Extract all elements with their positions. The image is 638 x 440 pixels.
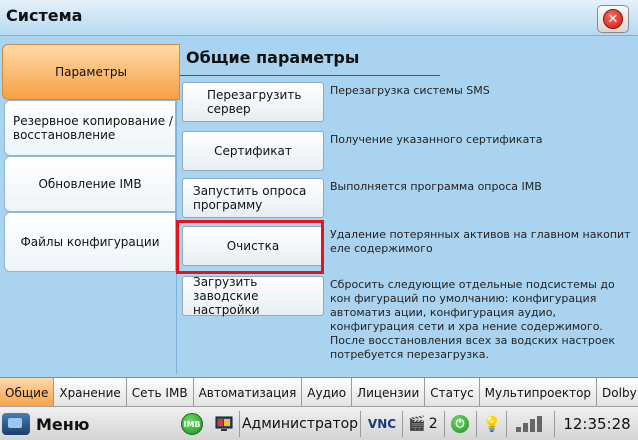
tab-status[interactable]: Статус [425, 378, 480, 407]
monitor-icon [2, 413, 30, 435]
imb-icon: IMB [181, 413, 203, 435]
separator [554, 411, 555, 437]
power-icon: ⏻ [451, 415, 469, 433]
tab-storage[interactable]: Хранение [54, 378, 127, 407]
status-bar: Меню IMB Администратор VNC 🎬 2 ⏻ 💡 12:35… [0, 406, 638, 440]
close-button[interactable]: ✕ [597, 5, 629, 33]
window-titlebar: Система ✕ [0, 0, 638, 36]
menu-label: Меню [36, 414, 90, 434]
separator [360, 411, 361, 437]
button-label: Запустить опроса программу [193, 184, 307, 212]
separator [239, 411, 240, 437]
cleanup-description: Удаление потерянных активов на главном н… [330, 228, 631, 255]
tab-dolby[interactable]: Dolby At [597, 378, 638, 407]
factory-reset-description: Сбросить следующие отдельные подсистемы … [330, 278, 616, 361]
window-title: Система [6, 6, 83, 25]
tab-label: Резервное копирование / восстановление [13, 114, 173, 142]
tab-label: Параметры [55, 65, 127, 79]
tab-imb-network[interactable]: Сеть IMB [126, 378, 194, 407]
selection-highlight [176, 220, 324, 274]
user-label[interactable]: Администратор [242, 411, 358, 437]
sessions-indicator[interactable]: 🎬 2 [406, 411, 440, 437]
restart-server-button[interactable]: Перезагрузить сервер [182, 82, 324, 122]
button-label: Перезагрузить сервер [207, 88, 302, 116]
tab-general[interactable]: Общие [0, 378, 55, 407]
tab-audio[interactable]: Аудио [302, 378, 353, 407]
tab-label: Обновление IMB [38, 177, 142, 191]
signal-icon[interactable] [510, 411, 550, 437]
certificate-button[interactable]: Сертификат [182, 131, 324, 171]
power-indicator[interactable]: ⏻ [448, 411, 472, 437]
run-poll-description: Выполняется программа опроса IMB [330, 180, 542, 193]
sessions-count: 2 [428, 416, 438, 432]
tab-config-files[interactable]: Файлы конфигурации [4, 212, 176, 272]
separator [506, 411, 507, 437]
tab-licenses[interactable]: Лицензии [352, 378, 426, 407]
factory-reset-button[interactable]: Загрузить заводские настройки [182, 275, 324, 317]
left-tabs: Параметры Резервное копирование / восста… [0, 36, 180, 374]
tab-parameters[interactable]: Параметры [2, 44, 180, 100]
clapper-icon: 🎬 [408, 416, 426, 432]
clock: 12:35:28 [563, 415, 631, 433]
close-icon: ✕ [603, 9, 623, 29]
separator [402, 411, 403, 437]
separator [476, 411, 477, 437]
tab-multiprojector[interactable]: Мультипроектор [479, 378, 598, 407]
restart-server-description: Перезагрузка системы SMS [330, 84, 490, 97]
display-icon[interactable] [212, 411, 236, 437]
certificate-description: Получение указанного сертификата [330, 133, 543, 146]
button-label: Загрузить заводские настройки [193, 275, 260, 317]
separator [444, 411, 445, 437]
menu-button[interactable]: Меню [2, 411, 102, 437]
run-poll-button[interactable]: Запустить опроса программу [182, 178, 324, 218]
tab-backup-restore[interactable]: Резервное копирование / восстановление [4, 100, 176, 156]
lightbulb-icon[interactable]: 💡 [480, 411, 504, 437]
tab-imb-update[interactable]: Обновление IMB [4, 156, 176, 212]
title-divider [180, 75, 440, 76]
bottom-tabs: Общие Хранение Сеть IMB Автоматизация Ау… [0, 377, 638, 407]
button-label: Сертификат [214, 144, 292, 158]
tab-label: Файлы конфигурации [20, 235, 160, 249]
vnc-indicator[interactable]: VNC [364, 411, 400, 437]
panel-title: Общие параметры [186, 48, 360, 67]
imb-status[interactable]: IMB [178, 411, 206, 437]
tab-automation[interactable]: Автоматизация [193, 378, 303, 407]
